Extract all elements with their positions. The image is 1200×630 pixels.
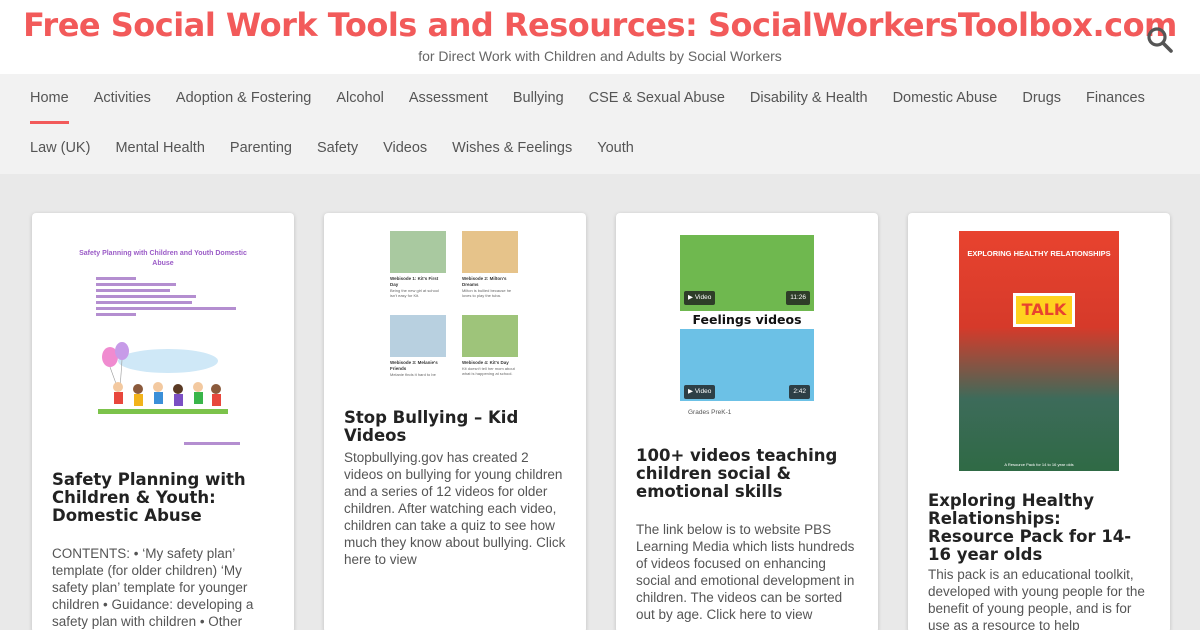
doc-text-line <box>96 301 192 304</box>
card-thumbnail[interactable]: EXPLORING HEALTHY RELATIONSHIPS TALK A R… <box>959 231 1119 471</box>
post-card-healthy-relationships[interactable]: EXPLORING HEALTHY RELATIONSHIPS TALK A R… <box>908 213 1170 630</box>
webisode-summary: Kit doesn't tell her mom about what is h… <box>462 366 515 376</box>
nav-item-bullying[interactable]: Bullying <box>513 74 564 124</box>
cover-title: EXPLORING HEALTHY RELATIONSHIPS <box>967 249 1111 258</box>
post-card-pbs-videos[interactable]: ▶ Video 11:26 Feelings videos ▶ Video 2:… <box>616 213 878 630</box>
video-badge: ▶ Video <box>684 291 716 305</box>
site-tagline: for Direct Work with Children and Adults… <box>418 48 782 64</box>
card-excerpt: This pack is an educational toolkit, dev… <box>928 567 1145 630</box>
post-card-stop-bullying[interactable]: Webisode 1: Kit's First Day Being the ne… <box>324 213 586 630</box>
grade-label: Grades PreK-1 <box>688 409 732 416</box>
webisode-image <box>390 231 446 273</box>
webisode-tile: Webisode 4: Kit's Day Kit doesn't tell h… <box>462 315 518 376</box>
doc-text-line <box>96 313 136 316</box>
nav-item-law-uk[interactable]: Law (UK) <box>30 124 90 174</box>
nav-row-1: Home Activities Adoption & Fostering Alc… <box>30 74 1170 124</box>
card-title[interactable]: Safety Planning with Children & Youth: D… <box>52 471 274 525</box>
nav-item-alcohol[interactable]: Alcohol <box>336 74 384 124</box>
nav-item-drugs[interactable]: Drugs <box>1022 74 1061 124</box>
nav-item-wishes-feelings[interactable]: Wishes & Feelings <box>452 124 572 174</box>
doc-text-line <box>96 307 236 310</box>
card-thumbnail[interactable]: Safety Planning with Children and Youth … <box>78 231 248 449</box>
nav-item-finances[interactable]: Finances <box>1086 74 1145 124</box>
nav-item-cse-sexual-abuse[interactable]: CSE & Sexual Abuse <box>589 74 725 124</box>
cover-footer: A Resource Pack for 14 to 16 year olds <box>1004 462 1074 467</box>
webisode-image <box>462 315 518 357</box>
doc-text-line <box>96 283 176 286</box>
nav-item-youth[interactable]: Youth <box>597 124 634 174</box>
doc-text-line <box>96 277 136 280</box>
nav-item-home[interactable]: Home <box>30 74 69 124</box>
webisode-caption: Webisode 1: Kit's First Day <box>390 276 439 287</box>
card-excerpt: The link below is to website PBS Learnin… <box>636 522 855 622</box>
webisode-summary: Milton is bullied because he loves to pl… <box>462 288 512 298</box>
webisode-image <box>390 315 446 357</box>
search-icon[interactable] <box>1146 26 1174 54</box>
card-excerpt: CONTENTS: • ‘My safety plan’ template (f… <box>52 546 254 629</box>
nav-row-2: Law (UK) Mental Health Parenting Safety … <box>30 124 659 174</box>
site-title[interactable]: Free Social Work Tools and Resources: So… <box>0 6 1200 44</box>
video-duration: 2:42 <box>789 385 810 399</box>
webisode-caption: Webisode 2: Milton's Dreams <box>462 276 507 287</box>
talk-logo: TALK <box>1013 293 1075 327</box>
webisode-caption: Webisode 3: Melanie's Friends <box>390 360 438 371</box>
main-nav: Home Activities Adoption & Fostering Alc… <box>0 74 1200 174</box>
nav-item-assessment[interactable]: Assessment <box>409 74 488 124</box>
nav-item-adoption-fostering[interactable]: Adoption & Fostering <box>176 74 311 124</box>
nav-item-domestic-abuse[interactable]: Domestic Abuse <box>893 74 998 124</box>
card-thumbnail[interactable]: Webisode 1: Kit's First Day Being the ne… <box>390 231 520 391</box>
card-thumbnail[interactable]: ▶ Video 11:26 Feelings videos ▶ Video 2:… <box>680 235 814 421</box>
doc-footer-line <box>184 442 240 445</box>
post-grid: Safety Planning with Children and Youth … <box>32 213 1170 630</box>
webisode-tile: Webisode 3: Melanie's Friends Melanie fi… <box>390 315 446 377</box>
nav-item-videos[interactable]: Videos <box>383 124 427 174</box>
nav-item-mental-health[interactable]: Mental Health <box>115 124 204 174</box>
children-clipart-icon <box>98 342 228 414</box>
post-card-safety-planning[interactable]: Safety Planning with Children and Youth … <box>32 213 294 630</box>
webisode-summary: Being the new girl at school isn't easy … <box>390 288 439 298</box>
nav-item-safety[interactable]: Safety <box>317 124 358 174</box>
webisode-tile: Webisode 2: Milton's Dreams Milton is bu… <box>462 231 518 298</box>
nav-item-disability-health[interactable]: Disability & Health <box>750 74 868 124</box>
webisode-image <box>462 231 518 273</box>
webisode-tile: Webisode 1: Kit's First Day Being the ne… <box>390 231 446 298</box>
card-title[interactable]: Exploring Healthy Relationships: Resourc… <box>928 492 1150 564</box>
thumbnail-heading: Feelings videos <box>692 312 802 327</box>
webisode-summary: Melanie finds it hard to be <box>390 372 436 377</box>
card-excerpt: Stopbullying.gov has created 2 videos on… <box>344 450 566 567</box>
card-title[interactable]: Stop Bullying – Kid Videos <box>344 409 566 445</box>
doc-text-line <box>96 295 196 298</box>
nav-item-parenting[interactable]: Parenting <box>230 124 292 174</box>
card-title[interactable]: 100+ videos teaching children social & e… <box>636 447 858 501</box>
doc-text-line <box>96 289 170 292</box>
nav-item-activities[interactable]: Activities <box>94 74 151 124</box>
video-badge: ▶ Video <box>684 385 716 399</box>
thumbnail-doc-title: Safety Planning with Children and Youth … <box>79 250 247 267</box>
video-duration: 11:26 <box>786 291 810 305</box>
site-header: Free Social Work Tools and Resources: So… <box>0 0 1200 74</box>
